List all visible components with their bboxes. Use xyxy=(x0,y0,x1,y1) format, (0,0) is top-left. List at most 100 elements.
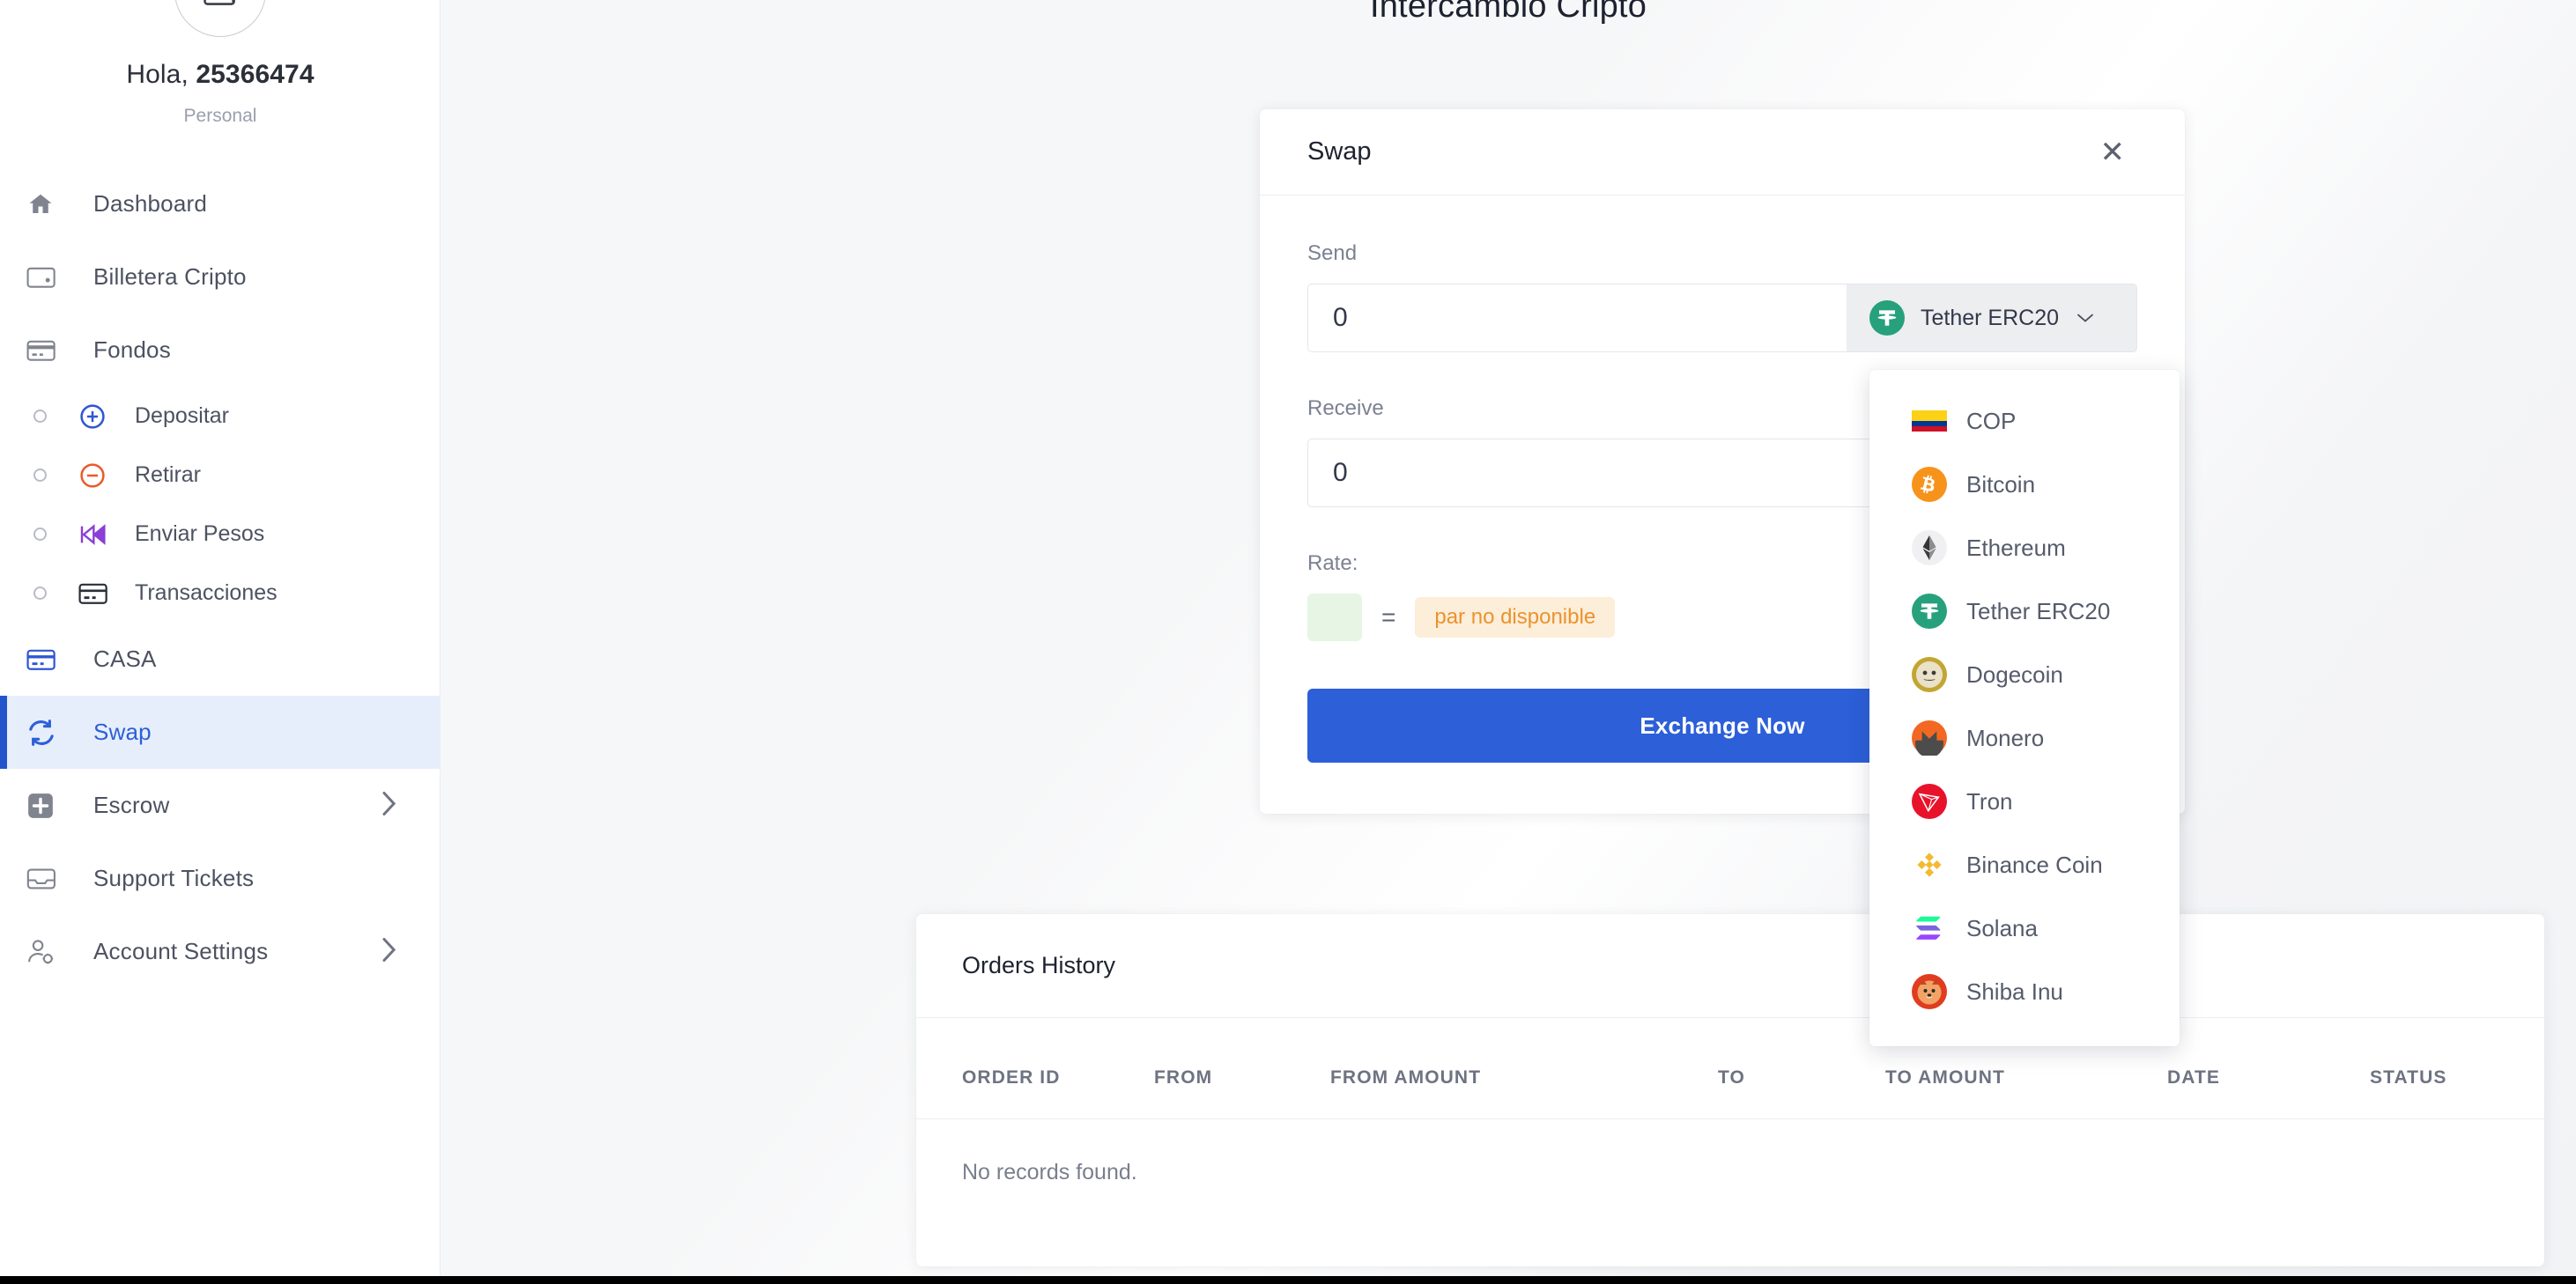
plus-square-icon-glyph xyxy=(26,792,55,820)
avatar[interactable] xyxy=(0,0,440,37)
bullet-dot-icon xyxy=(33,410,47,423)
sidebar-item-account-settings[interactable]: Account Settings xyxy=(0,915,440,988)
avatar-circle[interactable] xyxy=(174,0,266,37)
coin-option-solana[interactable]: Solana xyxy=(1869,897,2180,960)
sidebar-item-escrow[interactable]: Escrow xyxy=(0,769,440,842)
credit-card-icon-glyph xyxy=(26,338,56,363)
bottom-black-bar xyxy=(0,1276,2576,1284)
coin-option-cop[interactable]: COP xyxy=(1869,389,2180,453)
sidebar-item-label: Account Settings xyxy=(93,938,268,965)
card-blue-icon xyxy=(26,647,65,672)
user-gear-icon-glyph xyxy=(26,938,56,966)
ethereum-icon xyxy=(1912,530,1947,565)
orders-empty-row: No records found. xyxy=(916,1119,2544,1186)
wallet-icon-glyph xyxy=(26,265,56,290)
sidebar-item-label: Dashboard xyxy=(93,190,207,218)
sidebar-item-swap[interactable]: Swap xyxy=(0,696,440,769)
sidebar: Hola, 25366474 Personal Dashboard xyxy=(0,0,440,1277)
page-title: Intercambio Cripto xyxy=(440,0,2576,26)
user-gear-icon xyxy=(26,938,65,966)
rate-unavailable-badge: par no disponible xyxy=(1415,597,1615,638)
greeting-username: 25366474 xyxy=(196,60,314,89)
coin-option-bitcoin[interactable]: Bitcoin xyxy=(1869,453,2180,516)
sidebar-item-casa[interactable]: CASA xyxy=(0,623,440,696)
column-header-from: FROM xyxy=(1154,1018,1330,1119)
coin-option-label: Solana xyxy=(1966,915,2038,942)
wallet-icon xyxy=(26,265,65,290)
app-root: Hola, 25366474 Personal Dashboard xyxy=(0,0,2576,1284)
sidebar-item-label: Fondos xyxy=(93,336,171,364)
plus-circle-icon-glyph xyxy=(78,402,107,431)
inbox-icon-glyph xyxy=(26,866,56,892)
sidebar-item-label: Billetera Cripto xyxy=(93,263,247,291)
chevron-right-icon-glyph xyxy=(381,936,398,963)
sidebar-item-fondos[interactable]: Fondos xyxy=(0,314,440,387)
orders-history-table: ORDER ID FROM FROM AMOUNT TO TO AMOUNT D… xyxy=(916,1018,2544,1185)
greeting-prefix: Hola, xyxy=(126,60,196,89)
sidebar-item-transacciones[interactable]: Transacciones xyxy=(0,564,440,623)
sidebar-subitem-label: Depositar xyxy=(135,403,229,429)
sidebar-item-depositar[interactable]: Depositar xyxy=(0,387,440,446)
chevron-right-icon[interactable] xyxy=(381,790,398,821)
card-blue-icon-glyph xyxy=(26,647,56,672)
sidebar-item-enviar-pesos[interactable]: Enviar Pesos xyxy=(0,505,440,564)
coin-option-monero[interactable]: Monero xyxy=(1869,706,2180,770)
chevron-down-icon-glyph xyxy=(2076,313,2094,323)
close-icon[interactable]: ✕ xyxy=(2100,137,2126,167)
column-header-order-id: ORDER ID xyxy=(916,1018,1154,1119)
send-label: Send xyxy=(1307,241,2137,266)
card-lines-icon xyxy=(78,581,112,606)
bullet-dot-icon xyxy=(33,528,47,541)
plus-circle-icon xyxy=(78,402,112,431)
swap-card-title: Swap xyxy=(1307,137,1372,166)
chevron-right-icon-glyph xyxy=(381,790,398,816)
sidebar-item-retirar[interactable]: Retirar xyxy=(0,446,440,505)
coin-option-label: Ethereum xyxy=(1966,535,2066,562)
orders-history-card: Orders History ORDER ID FROM FROM AMOUNT… xyxy=(916,914,2544,1266)
column-header-date: DATE xyxy=(2167,1018,2370,1119)
sidebar-item-support-tickets[interactable]: Support Tickets xyxy=(0,842,440,915)
coin-option-shiba-inu[interactable]: Shiba Inu xyxy=(1869,960,2180,1023)
orders-table-body: No records found. xyxy=(916,1119,2544,1186)
sidebar-subitem-label: Retirar xyxy=(135,462,201,488)
coin-dropdown-menu: COP Bitcoin Ethereum Tethe xyxy=(1869,370,2180,1046)
orders-history-title: Orders History xyxy=(916,914,2544,1018)
chevron-right-icon[interactable] xyxy=(381,936,398,967)
send-coin-selector[interactable]: Tether ERC20 xyxy=(1847,284,2137,352)
coin-option-label: Tron xyxy=(1966,788,2013,815)
coin-option-binance-coin[interactable]: Binance Coin xyxy=(1869,833,2180,897)
fast-forward-icon xyxy=(78,521,112,548)
bullet-dot-icon xyxy=(33,469,47,482)
orders-table-header-row: ORDER ID FROM FROM AMOUNT TO TO AMOUNT D… xyxy=(916,1018,2544,1119)
shiba-icon xyxy=(1912,974,1947,1009)
sidebar-item-label: Escrow xyxy=(93,792,169,819)
bitcoin-icon xyxy=(1912,467,1947,502)
orders-table-head: ORDER ID FROM FROM AMOUNT TO TO AMOUNT D… xyxy=(916,1018,2544,1119)
coin-option-ethereum[interactable]: Ethereum xyxy=(1869,516,2180,579)
sidebar-item-label: Support Tickets xyxy=(93,865,254,892)
coin-option-label: Dogecoin xyxy=(1966,661,2063,689)
sidebar-subitem-label: Enviar Pesos xyxy=(135,521,264,547)
sidebar-item-billetera-cripto[interactable]: Billetera Cripto xyxy=(0,240,440,314)
sidebar-nav: Dashboard Billetera Cripto xyxy=(0,167,440,988)
coin-option-label: Tether ERC20 xyxy=(1966,598,2110,625)
swap-refresh-icon xyxy=(26,718,65,748)
colombia-flag-icon xyxy=(1912,403,1947,439)
camera-plus-icon xyxy=(201,0,240,9)
send-amount-input[interactable]: 0 xyxy=(1307,284,1847,352)
dogecoin-icon xyxy=(1912,657,1947,692)
column-header-status: STATUS xyxy=(2370,1018,2544,1119)
rate-left-badge xyxy=(1307,594,1362,641)
coin-option-tron[interactable]: Tron xyxy=(1869,770,2180,833)
coin-option-dogecoin[interactable]: Dogecoin xyxy=(1869,643,2180,706)
sidebar-item-label: Swap xyxy=(93,719,152,746)
sidebar-subitem-label: Transacciones xyxy=(135,580,278,606)
home-icon xyxy=(26,191,65,218)
sidebar-item-dashboard[interactable]: Dashboard xyxy=(0,167,440,240)
greeting: Hola, 25366474 xyxy=(0,60,440,90)
rate-equals-sign: = xyxy=(1381,603,1395,631)
coin-option-tether-erc20[interactable]: Tether ERC20 xyxy=(1869,579,2180,643)
send-coin-label: Tether ERC20 xyxy=(1921,306,2059,331)
tron-icon xyxy=(1912,784,1947,819)
minus-circle-icon xyxy=(78,461,112,490)
